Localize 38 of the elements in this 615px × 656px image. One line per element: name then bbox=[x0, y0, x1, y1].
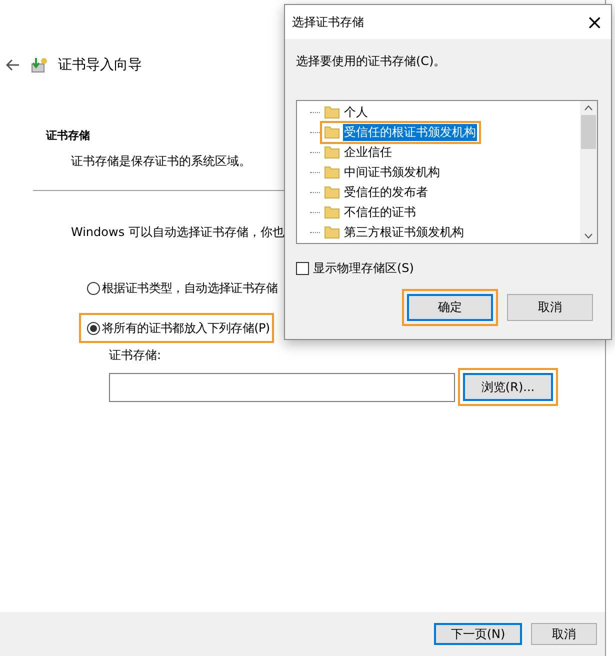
next-button[interactable]: 下一页(N) bbox=[434, 623, 522, 645]
folder-icon bbox=[324, 205, 340, 219]
radio-label: 将所有的证书都放入下列存储(P) bbox=[102, 320, 270, 336]
checkbox[interactable] bbox=[296, 262, 309, 275]
store-item[interactable]: 中间证书颁发机构 bbox=[343, 164, 441, 180]
radio-button[interactable] bbox=[87, 322, 100, 334]
folder-icon bbox=[324, 125, 340, 139]
folder-icon bbox=[324, 185, 340, 199]
folder-icon bbox=[324, 105, 340, 119]
field-label: 证书存储: bbox=[109, 347, 162, 364]
cancel-button[interactable]: 取消 bbox=[507, 294, 593, 321]
store-item[interactable]: 受信任的根证书颁发机构 bbox=[343, 124, 477, 140]
scrollbar[interactable] bbox=[580, 101, 597, 243]
close-button[interactable]: × bbox=[586, 10, 603, 34]
section-description: 证书存储是保存证书的系统区域。 bbox=[71, 153, 251, 170]
scrollbar-thumb[interactable] bbox=[581, 115, 596, 149]
radio-button[interactable] bbox=[87, 282, 100, 294]
store-item[interactable]: 企业信任 bbox=[343, 144, 393, 160]
dialog-title: 选择证书存储 bbox=[292, 14, 364, 30]
section-title: 证书存储 bbox=[46, 128, 90, 143]
intro-text: Windows 可以自动选择证书存储，你也 bbox=[71, 224, 284, 241]
store-item[interactable]: 不信任的证书 bbox=[343, 204, 417, 220]
browse-button[interactable]: 浏览(R)... bbox=[463, 373, 553, 401]
store-item[interactable]: 个人 bbox=[343, 104, 369, 120]
wizard-title: 证书导入向导 bbox=[58, 56, 142, 74]
folder-icon bbox=[324, 225, 340, 239]
dialog-prompt: 选择要使用的证书存储(C)。 bbox=[296, 53, 447, 70]
checkbox-label: 显示物理存储区(S) bbox=[313, 260, 414, 277]
ok-button[interactable]: 确定 bbox=[407, 294, 493, 321]
cancel-button[interactable]: 取消 bbox=[531, 623, 597, 645]
back-arrow-icon[interactable] bbox=[6, 59, 20, 71]
store-item[interactable]: 受信任的发布者 bbox=[343, 184, 429, 200]
store-input-field[interactable] bbox=[109, 372, 455, 402]
certificate-icon bbox=[30, 56, 48, 74]
store-item[interactable]: 第三方根证书颁发机构 bbox=[343, 224, 465, 240]
folder-icon bbox=[324, 165, 340, 179]
folder-icon bbox=[324, 145, 340, 159]
radio-label: 根据证书类型，自动选择证书存储 bbox=[102, 280, 278, 296]
